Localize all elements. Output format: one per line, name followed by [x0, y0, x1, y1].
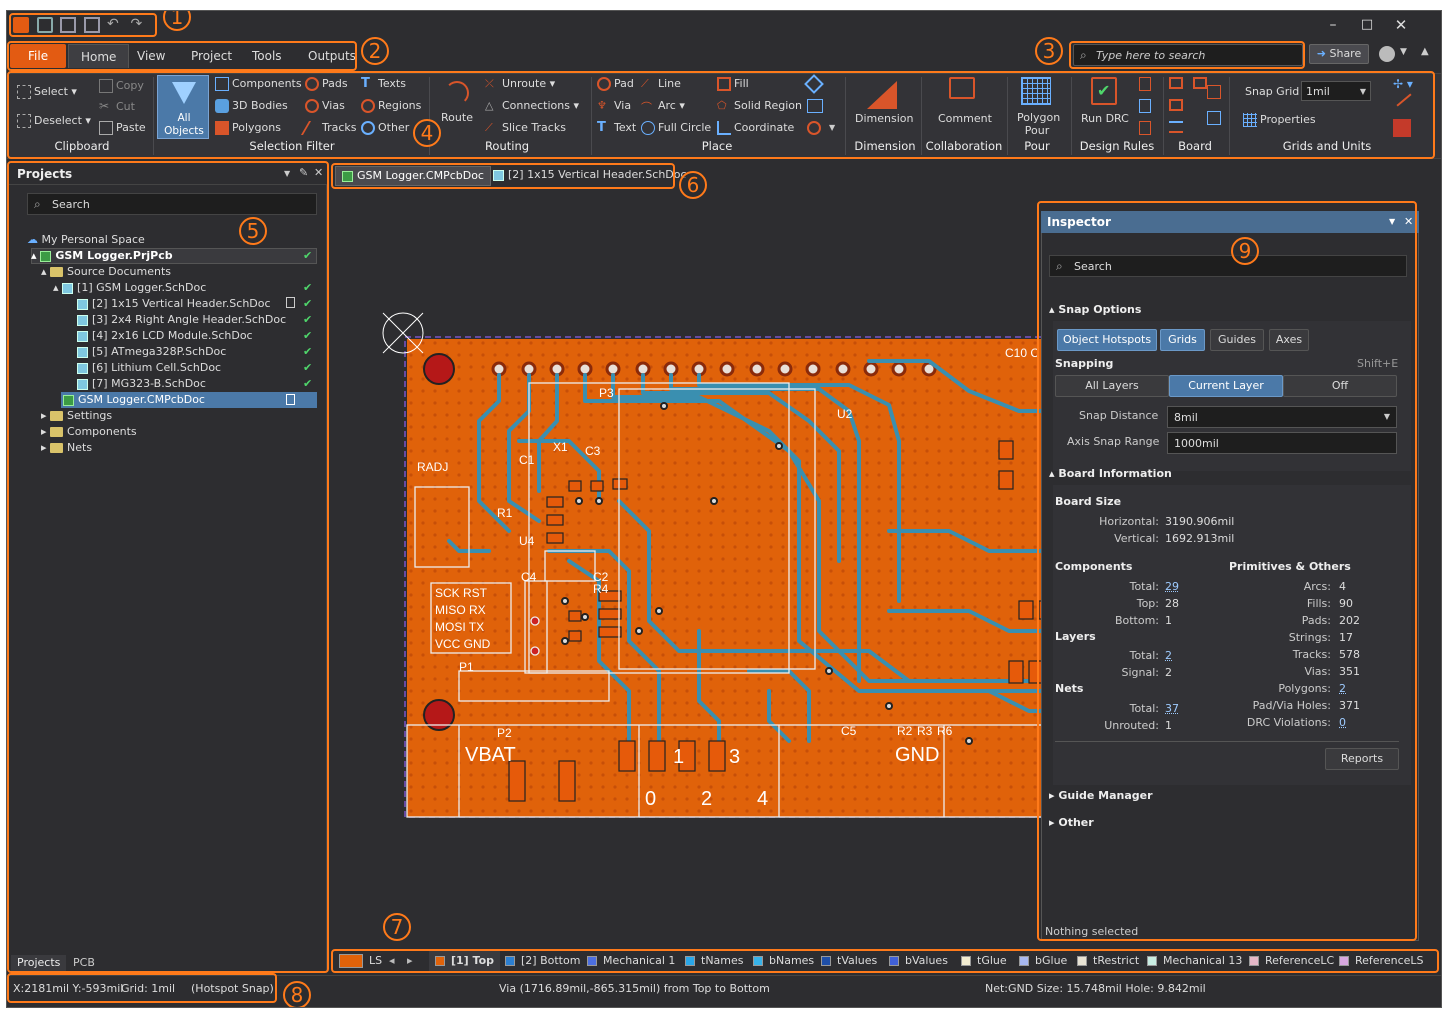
silk-gnd: GND [895, 744, 939, 766]
ref-radj: RADJ [417, 460, 448, 474]
avatar[interactable] [1379, 46, 1395, 62]
callout-box-2 [7, 41, 357, 71]
silk-row-1: SCK RST [435, 586, 488, 600]
callout-6: 6 [679, 171, 707, 199]
minimize-button[interactable]: – [1323, 17, 1343, 35]
callout-box-7 [331, 949, 1439, 973]
silk-num-3: 3 [729, 746, 740, 768]
chevron-down-icon[interactable]: ▼ [1400, 47, 1407, 57]
callout-box-5 [7, 161, 329, 973]
callout-8: 8 [283, 981, 311, 1007]
callout-4: 4 [413, 119, 441, 147]
ref-r3: R3 [917, 724, 933, 738]
maximize-button[interactable]: □ [1357, 17, 1377, 35]
title-bar [7, 11, 1441, 41]
ref-p3: P3 [599, 386, 614, 400]
ref-x1: X1 [553, 440, 568, 454]
share-button[interactable]: ➜ Share [1309, 44, 1369, 64]
ref-u2: U2 [837, 407, 853, 421]
ref-p1: P1 [459, 660, 474, 674]
callout-box-9 [1037, 201, 1417, 941]
silk-num-1: 1 [673, 746, 684, 768]
ref-r6: R6 [937, 724, 953, 738]
ref-c5: C5 [841, 724, 857, 738]
silk-row-3: MOSI TX [435, 620, 484, 634]
status-object: Via (1716.89mil,-865.315mil) from Top to… [499, 982, 770, 995]
callout-box-8 [7, 973, 277, 1003]
pcb-board: P3 U2 RADJ C1 X1 C3 R1 U4 C4 C2 R4 P1 P2… [382, 312, 1089, 818]
mount-hole [423, 353, 455, 385]
ref-c1: C1 [519, 453, 535, 467]
ref-c3: C3 [585, 444, 601, 458]
close-button[interactable]: ✕ [1391, 16, 1411, 34]
share-label: Share [1329, 47, 1362, 60]
silk-corner: C10 C [1005, 346, 1039, 360]
status-net: Net:GND Size: 15.748mil Hole: 9.842mil [985, 982, 1206, 995]
callout-2: 2 [361, 37, 389, 65]
callout-7: 7 [383, 913, 411, 941]
silk-row-2: MISO RX [435, 603, 486, 617]
share-icon: ➜ [1316, 47, 1326, 60]
silk-num-4: 4 [757, 788, 768, 810]
ref-p2: P2 [497, 726, 512, 740]
app-window: ↶ ↷ – □ ✕ File Home View Project Tools O… [6, 10, 1442, 1008]
ref-r1: R1 [497, 506, 513, 520]
callout-box-6 [331, 163, 675, 189]
callout-9: 9 [1231, 237, 1259, 265]
silk-num-2: 2 [701, 788, 712, 810]
silk-row-4: VCC GND [435, 637, 491, 651]
silk-num-0: 0 [645, 788, 656, 810]
callout-3: 3 [1035, 37, 1063, 65]
callout-5: 5 [239, 217, 267, 245]
callout-box-3 [1069, 41, 1305, 69]
collapse-ribbon-icon[interactable]: ▲ [1421, 46, 1429, 57]
ref-r4: R4 [593, 582, 609, 596]
ref-u4: U4 [519, 534, 535, 548]
callout-box-1 [9, 13, 157, 37]
ref-r2: R2 [897, 724, 913, 738]
silk-vbat: VBAT [465, 744, 516, 766]
ref-c4: C4 [521, 570, 537, 584]
callout-box-4 [7, 71, 1435, 159]
